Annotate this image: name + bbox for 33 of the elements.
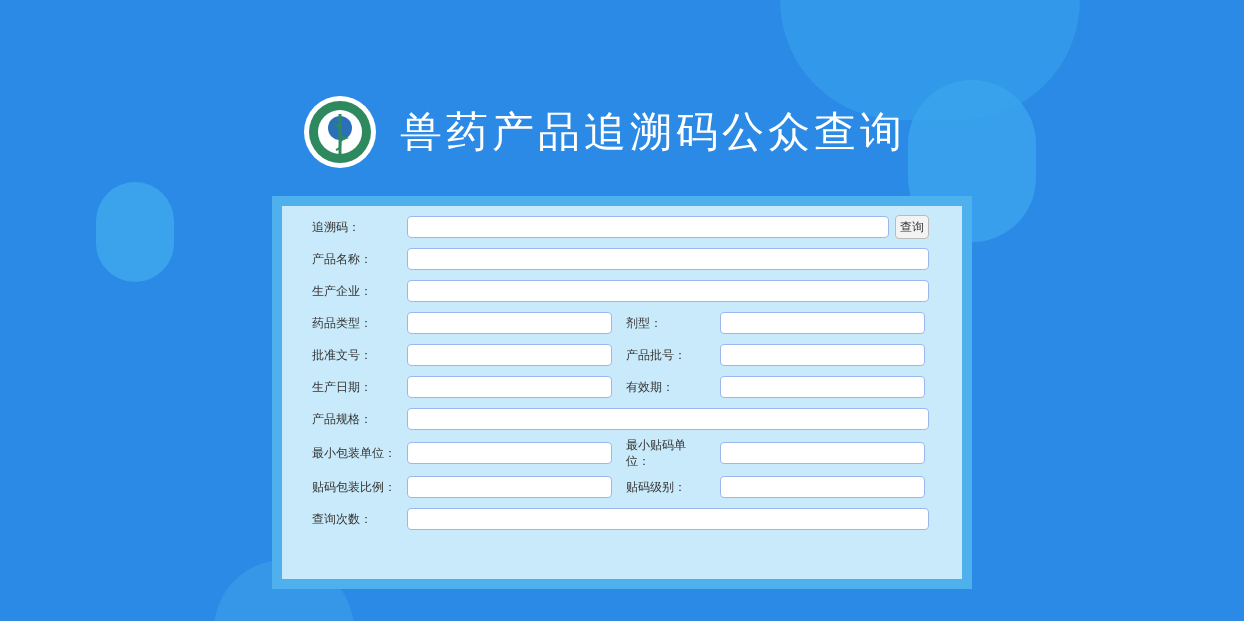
input-field[interactable] <box>720 312 925 334</box>
field-label: 产品名称： <box>312 251 373 267</box>
page-title: 兽药产品追溯码公众查询 <box>400 111 906 153</box>
field-label: 药品类型： <box>312 315 373 331</box>
field-label: 查询次数： <box>312 511 373 527</box>
input-field[interactable] <box>407 344 612 366</box>
emblem-logo <box>304 96 376 168</box>
input-field[interactable] <box>407 408 929 430</box>
query-button[interactable]: 查询 <box>895 215 929 239</box>
field-label: 生产日期： <box>312 379 373 395</box>
field-label: 追溯码： <box>312 219 361 235</box>
input-field[interactable] <box>720 344 925 366</box>
field-label: 剂型： <box>626 315 663 331</box>
input-field[interactable] <box>720 376 925 398</box>
input-field[interactable] <box>407 476 612 498</box>
input-field[interactable] <box>407 280 929 302</box>
field-label: 贴码级别： <box>626 479 687 495</box>
field-label: 贴码包装比例： <box>312 479 397 495</box>
input-field[interactable] <box>407 376 612 398</box>
input-field[interactable] <box>720 442 925 464</box>
input-field[interactable] <box>407 312 612 334</box>
field-label: 产品批号： <box>626 347 687 363</box>
field-label: 最小包装单位： <box>312 445 397 461</box>
input-field[interactable] <box>407 508 929 530</box>
input-field[interactable] <box>407 216 889 238</box>
input-field[interactable] <box>407 248 929 270</box>
field-label: 最小贴码单位： <box>626 437 687 469</box>
input-field[interactable] <box>407 442 612 464</box>
field-label: 批准文号： <box>312 347 373 363</box>
input-field[interactable] <box>720 476 925 498</box>
field-label: 产品规格： <box>312 411 373 427</box>
field-label: 有效期： <box>626 379 675 395</box>
field-label: 生产企业： <box>312 283 373 299</box>
